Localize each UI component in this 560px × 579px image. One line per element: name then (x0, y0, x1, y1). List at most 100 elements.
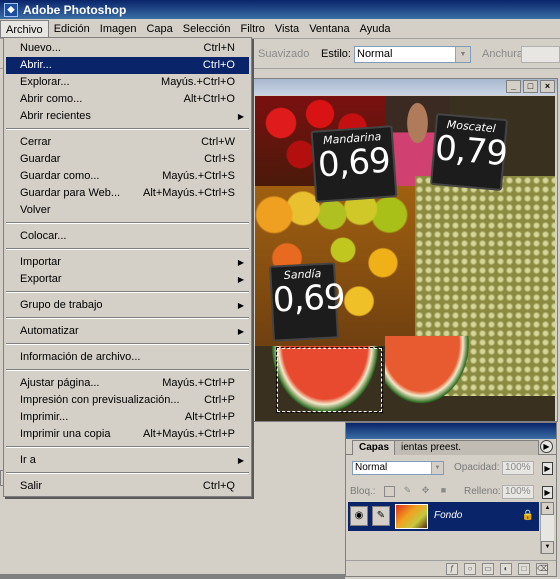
menu-seleccion[interactable]: Selección (178, 20, 236, 38)
menu-item-label: Nuevo... (20, 42, 61, 54)
menu-item-imprimir[interactable]: Imprimir... Alt+Ctrl+P (6, 409, 249, 426)
layer-style-icon[interactable]: ƒ (446, 562, 458, 575)
scroll-up-icon[interactable]: ▲ (541, 502, 554, 515)
menu-ayuda[interactable]: Ayuda (355, 20, 396, 38)
menu-item-label: Guardar como... (20, 170, 100, 182)
lock-all-icon[interactable]: ■ (438, 486, 449, 497)
menu-item-guardar-como[interactable]: Guardar como... Mayús.+Ctrl+S (6, 168, 249, 185)
layers-panel-footer: ƒ ○ ▭ ◐ □ ⌫ (346, 560, 556, 576)
menu-item-shortcut: Ctrl+S (204, 153, 235, 165)
price-sign-moscatel: Moscatel 0,79 (429, 112, 508, 192)
opacity-arrow-icon[interactable]: ▶ (542, 462, 553, 475)
menu-capa[interactable]: Capa (141, 20, 177, 38)
opacity-field[interactable]: 100% (502, 461, 534, 475)
menu-vista[interactable]: Vista (270, 20, 304, 38)
menu-item-label: Abrir recientes (20, 110, 91, 122)
submenu-arrow-icon: ▶ (237, 327, 244, 336)
menu-ventana[interactable]: Ventana (304, 20, 354, 38)
lock-transparency-icon[interactable] (384, 486, 395, 497)
layers-panel-tabs: Capas ientas preest. (346, 439, 556, 455)
menu-item-guardar-para-web[interactable]: Guardar para Web... Alt+Mayús.+Ctrl+S (6, 185, 249, 202)
archivo-dropdown-menu: Nuevo... Ctrl+N Abrir... Ctrl+O Explorar… (3, 37, 252, 497)
tab-herramientas-preestablecidas[interactable]: ientas preest. (394, 440, 539, 455)
menu-item-nuevo[interactable]: Nuevo... Ctrl+N (6, 40, 249, 57)
menu-item-label: Ir a (20, 454, 36, 466)
menu-item-informacion-de-archivo[interactable]: Información de archivo... (6, 349, 249, 366)
menu-item-label: Ajustar página... (20, 377, 100, 389)
close-button[interactable]: × (540, 80, 555, 93)
menu-filtro[interactable]: Filtro (235, 20, 269, 38)
layer-mask-icon[interactable]: ○ (464, 562, 476, 575)
layers-panel-title-bar[interactable] (346, 423, 556, 439)
menu-item-guardar[interactable]: Guardar Ctrl+S (6, 151, 249, 168)
lock-icon: 🔒 (521, 510, 534, 521)
menu-item-shortcut: Alt+Mayús.+Ctrl+S (142, 187, 235, 199)
menu-item-ir-a[interactable]: Ir a ▶ (6, 452, 249, 469)
lock-move-icon[interactable]: ✥ (420, 486, 431, 497)
menu-item-automatizar[interactable]: Automatizar ▶ (6, 323, 249, 340)
menu-item-impresion-previsualizacion[interactable]: Impresión con previsualización... Ctrl+P (6, 392, 249, 409)
menu-item-label: Colocar... (20, 230, 67, 242)
trash-icon[interactable]: ⌫ (536, 562, 548, 575)
menu-item-label: Impresión con previsualización... (20, 394, 180, 406)
menu-item-exportar[interactable]: Exportar ▶ (6, 271, 249, 288)
minimize-button[interactable]: _ (506, 80, 521, 93)
new-layer-icon[interactable]: □ (518, 562, 530, 575)
menu-item-cerrar[interactable]: Cerrar Ctrl+W (6, 134, 249, 151)
menu-item-volver[interactable]: Volver (6, 202, 249, 219)
menu-item-importar[interactable]: Importar ▶ (6, 254, 249, 271)
brush-icon[interactable]: ✎ (372, 506, 390, 526)
fill-arrow-icon[interactable]: ▶ (542, 486, 553, 499)
menu-item-abrir-recientes[interactable]: Abrir recientes ▶ (6, 108, 249, 125)
new-set-icon[interactable]: ▭ (482, 562, 494, 575)
layer-row-fondo[interactable]: ◉ ✎ Fondo 🔒 (348, 502, 539, 531)
menu-item-abrir-como[interactable]: Abrir como... Alt+Ctrl+O (6, 91, 249, 108)
layers-panel: Capas ientas preest. ▶ Normal ▼ Opacidad… (345, 422, 557, 577)
lock-brush-icon[interactable]: ✎ (402, 486, 413, 497)
eye-icon[interactable]: ◉ (350, 506, 368, 526)
document-canvas[interactable]: Mandarina 0,69 Moscatel 0,79 Sandía 0,69 (255, 96, 555, 421)
menu-item-label: Grupo de trabajo (20, 299, 103, 311)
menu-item-label: Importar (20, 256, 61, 268)
estilo-label: Estilo: (321, 48, 351, 60)
menu-edicion[interactable]: Edición (49, 20, 95, 38)
menu-item-colocar[interactable]: Colocar... (6, 228, 249, 245)
menu-separator (6, 343, 249, 345)
menu-item-label: Salir (20, 480, 43, 492)
menu-separator (6, 472, 249, 474)
menu-item-grupo-de-trabajo[interactable]: Grupo de trabajo ▶ (6, 297, 249, 314)
maximize-button[interactable]: □ (523, 80, 538, 93)
menu-item-ajustar-pagina[interactable]: Ajustar página... Mayús.+Ctrl+P (6, 375, 249, 392)
sign-price: 0,69 (271, 276, 346, 321)
menu-item-shortcut: Mayús.+Ctrl+O (161, 76, 235, 88)
blend-mode-select[interactable]: Normal ▼ (352, 461, 444, 475)
menu-item-salir[interactable]: Salir Ctrl+Q (6, 478, 249, 495)
price-sign-mandarina: Mandarina 0,69 (310, 125, 398, 203)
submenu-arrow-icon: ▶ (237, 112, 244, 121)
estilo-select[interactable]: Normal ▼ (354, 46, 471, 63)
menu-item-abrir[interactable]: Abrir... Ctrl+O (6, 57, 249, 74)
menu-item-label: Volver (20, 204, 51, 216)
menu-item-label: Imprimir... (20, 411, 69, 423)
fill-label: Relleno: (464, 486, 501, 497)
menu-imagen[interactable]: Imagen (95, 20, 142, 38)
anchura-field[interactable] (521, 46, 560, 63)
menu-item-shortcut: Mayús.+Ctrl+S (162, 170, 235, 182)
panel-menu-icon[interactable]: ▶ (540, 440, 553, 453)
menu-item-label: Automatizar (20, 325, 79, 337)
menu-item-imprimir-una-copia[interactable]: Imprimir una copia Alt+Mayús.+Ctrl+P (6, 426, 249, 443)
menu-item-shortcut: Alt+Ctrl+O (183, 93, 235, 105)
tab-capas[interactable]: Capas (352, 440, 397, 455)
selection-marquee[interactable] (276, 347, 383, 413)
fill-field[interactable]: 100% (502, 485, 534, 499)
menu-item-shortcut: Ctrl+Q (202, 480, 235, 492)
layer-thumbnail (395, 504, 428, 529)
adjustment-layer-icon[interactable]: ◐ (500, 562, 512, 575)
layers-scrollbar[interactable]: ▲ ▼ (540, 502, 554, 554)
app-title: Adobe Photoshop (23, 2, 127, 17)
menu-separator (6, 222, 249, 224)
menu-archivo[interactable]: Archivo (0, 19, 49, 38)
menu-item-explorar[interactable]: Explorar... Mayús.+Ctrl+O (6, 74, 249, 91)
app-title-bar: ◆ Adobe Photoshop (0, 0, 560, 19)
scroll-down-icon[interactable]: ▼ (541, 541, 554, 554)
